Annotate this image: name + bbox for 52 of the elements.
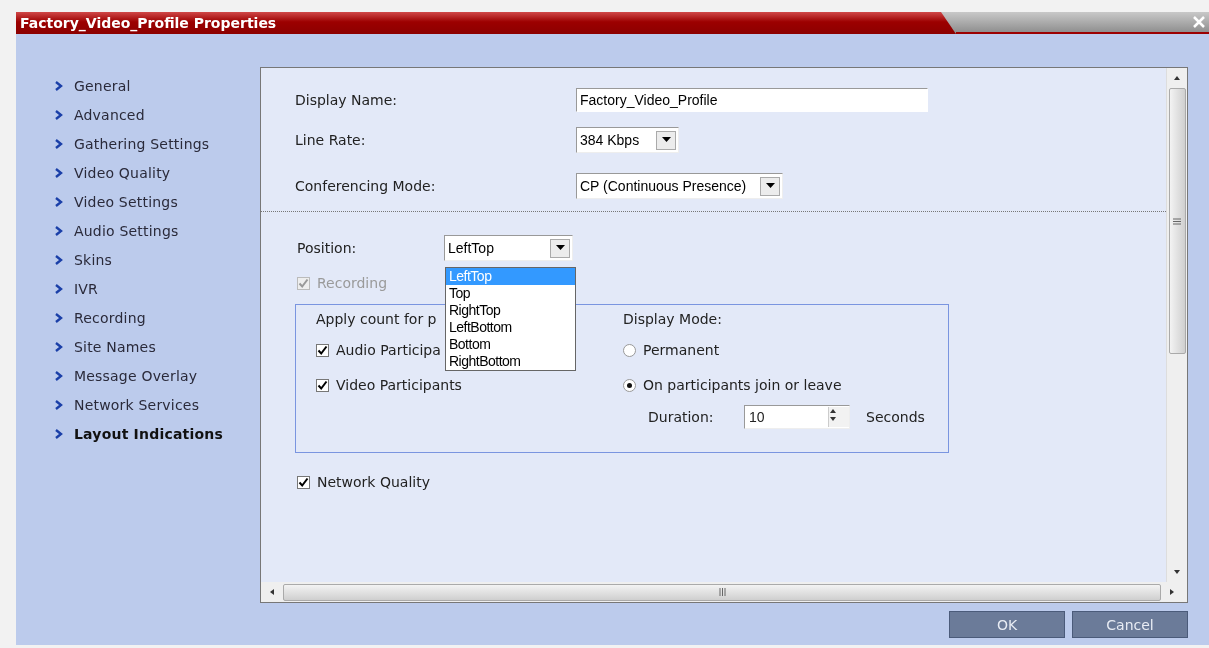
scroll-right-icon[interactable]: [1168, 588, 1176, 596]
sidebar-item[interactable]: Skins: [52, 245, 260, 274]
sidebar-item[interactable]: Recording: [52, 303, 260, 332]
sidebar-item[interactable]: General: [52, 71, 260, 100]
field-label: Duration:: [648, 409, 715, 425]
dropdown[interactable]: LeftTop: [444, 235, 573, 261]
scroll-up-icon[interactable]: [1173, 74, 1181, 82]
group-label: Display Mode:: [623, 311, 722, 329]
spin-field[interactable]: 10: [744, 405, 850, 429]
sidebar-item[interactable]: Audio Settings: [52, 216, 260, 245]
field-label: Position:: [297, 240, 358, 256]
checkbox[interactable]: [297, 475, 310, 489]
sidebar-item[interactable]: Layout Indications: [52, 419, 260, 448]
spin-down-icon[interactable]: [829, 415, 837, 423]
field-label: Line Rate:: [295, 132, 367, 148]
sidebar-item[interactable]: Site Names: [52, 332, 260, 361]
scroll-down-icon[interactable]: [1173, 568, 1181, 576]
radio-button[interactable]: [623, 343, 636, 357]
scroll-thumb[interactable]: [1168, 88, 1186, 354]
checkbox-label: Video Participants: [336, 377, 462, 393]
checkbox[interactable]: [316, 378, 329, 392]
checkbox[interactable]: [316, 343, 329, 357]
checkbox-label: Audio Participa: [336, 342, 441, 358]
input-field[interactable]: Factory_Video_Profile: [576, 88, 928, 112]
dialog-button[interactable]: OK: [949, 611, 1065, 638]
dropdown-arrow-icon[interactable]: [765, 183, 775, 189]
sidebar-item[interactable]: Advanced: [52, 100, 260, 129]
dialog-button[interactable]: Cancel: [1072, 611, 1188, 638]
spin-up-icon[interactable]: [829, 407, 837, 415]
radio-label: Permanent: [643, 342, 720, 358]
sidebar-item[interactable]: Gathering Settings: [52, 129, 260, 158]
dropdown-arrow-icon[interactable]: [555, 245, 565, 251]
dropdown-arrow-icon[interactable]: [661, 137, 671, 143]
sidebar-item[interactable]: Message Overlay: [52, 361, 260, 390]
close-icon[interactable]: [1193, 16, 1205, 28]
field-label: Conferencing Mode:: [295, 178, 437, 194]
dropdown[interactable]: 384 Kbps: [576, 127, 679, 153]
sidebar-item[interactable]: Network Services: [52, 390, 260, 419]
radio-label: On participants join or leave: [643, 377, 842, 393]
checkbox-label: Recording: [317, 275, 388, 291]
checkbox-label: Network Quality: [317, 474, 430, 490]
sidebar-item[interactable]: Video Settings: [52, 187, 260, 216]
group-label: Apply count for p: [316, 311, 437, 329]
window-title: Factory_Video_Profile Properties: [16, 12, 956, 34]
radio-button[interactable]: [623, 378, 636, 392]
vertical-scrollbar[interactable]: [1166, 68, 1187, 582]
sidebar-item[interactable]: Video Quality: [52, 158, 260, 187]
field-label: Display Name:: [295, 92, 399, 108]
sidebar-item[interactable]: IVR: [52, 274, 260, 303]
dropdown[interactable]: CP (Continuous Presence): [576, 173, 783, 199]
unit-label: Seconds: [866, 409, 925, 425]
scroll-left-icon[interactable]: [268, 588, 276, 596]
